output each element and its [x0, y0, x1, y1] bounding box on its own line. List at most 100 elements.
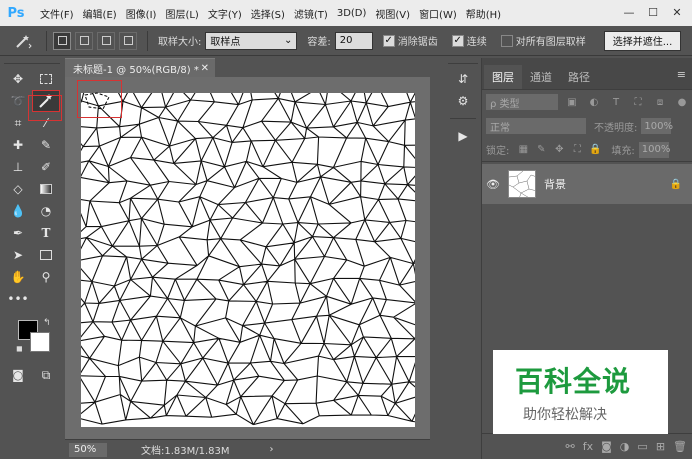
contiguous-checkbox[interactable]: ✓ [451, 34, 464, 47]
close-icon[interactable]: ✕ [666, 3, 688, 21]
rectangle-tool-icon[interactable] [32, 244, 60, 266]
tab-channels[interactable]: 通道 [522, 65, 560, 89]
zoom-tool-icon[interactable]: ⚲ [32, 266, 60, 288]
panel-tabs: 图层 通道 路径 ≡ [482, 58, 692, 90]
menu-file[interactable]: 文件(F) [40, 6, 74, 21]
default-colors-icon[interactable]: ◼ [16, 344, 23, 353]
new-group-icon[interactable]: ▭ [637, 440, 647, 453]
lock-row: 锁定: ▦ ✎ ✥ ⛶ 🔒 填充: 100% [482, 138, 692, 162]
watermark: 百科全说 助你轻松解决 [493, 350, 668, 434]
chevron-right-icon[interactable]: › [270, 444, 274, 455]
opacity-input[interactable]: 100% [641, 118, 673, 134]
collapsed-panels: ⇵ ⚙ ▶ [448, 58, 478, 168]
marquee-tool-icon[interactable] [32, 68, 60, 90]
maximize-icon[interactable]: ☐ [642, 3, 664, 21]
sample-size-select[interactable]: 取样点 ⌄ [205, 31, 298, 50]
smart-object-filter-icon[interactable]: ⧈ [652, 94, 668, 110]
quick-mask-icon[interactable]: ◙ [4, 364, 32, 386]
visibility-eye-icon[interactable]: 👁 [482, 178, 504, 191]
tolerance-input[interactable]: 20 [334, 31, 373, 50]
sample-size-label: 取样大小: [158, 37, 202, 48]
layer-filter-select[interactable]: ρ 类型 [486, 94, 558, 110]
swap-colors-icon[interactable]: ↰ [43, 318, 51, 328]
screen-mode-icon[interactable]: ⧉ [32, 364, 60, 386]
filter-toggle-icon[interactable]: ● [674, 94, 690, 110]
menu-image[interactable]: 图像(I) [126, 6, 157, 21]
adjustment-filter-icon[interactable]: ◐ [586, 94, 602, 110]
magic-wand-preset-icon[interactable] [6, 30, 40, 52]
divider [147, 30, 148, 51]
tab-layers[interactable]: 图层 [484, 65, 522, 89]
lock-transparent-icon[interactable]: ▦ [515, 142, 531, 158]
properties-panel-icon[interactable]: ⚙ [448, 90, 478, 112]
panel-menu-icon[interactable]: ≡ [677, 68, 686, 81]
brush-tool-icon[interactable]: ✎ [32, 134, 60, 156]
divider [46, 30, 47, 51]
type-filter-icon[interactable]: T [608, 94, 624, 110]
anti-alias-label: 消除锯齿 [397, 37, 438, 48]
layer-thumbnail [508, 170, 536, 198]
history-panel-icon[interactable]: ⇵ [448, 68, 478, 90]
anti-alias-checkbox[interactable]: ✓ [382, 34, 395, 47]
color-swatches: ↰ ◼ [4, 316, 60, 362]
panel-grip[interactable] [448, 58, 478, 64]
sample-size-value: 取样点 [210, 37, 241, 48]
tab-paths[interactable]: 路径 [560, 65, 598, 89]
select-and-mask-button[interactable]: 选择并遮住... [603, 30, 682, 51]
menu-type[interactable]: 文字(Y) [208, 6, 242, 21]
adjustment-layer-icon[interactable]: ◑ [620, 440, 630, 453]
lock-position-icon[interactable]: ✥ [551, 142, 567, 158]
blend-mode-select[interactable]: 正常 [486, 118, 586, 134]
link-layers-icon[interactable]: ⚯ [566, 440, 575, 453]
clone-stamp-icon[interactable]: ⊥ [4, 156, 32, 178]
fill-input[interactable]: 100% [638, 141, 670, 158]
add-mask-icon[interactable]: ◙ [601, 440, 612, 453]
lock-artboard-icon[interactable]: ⛶ [569, 142, 585, 158]
document-info: 文档:1.83M/1.83M [141, 446, 230, 457]
move-tool-icon[interactable]: ✥ [4, 68, 32, 90]
sample-all-layers-checkbox[interactable] [500, 34, 513, 47]
path-select-icon[interactable]: ➤ [4, 244, 32, 266]
menu-help[interactable]: 帮助(H) [466, 6, 501, 21]
eraser-tool-icon[interactable]: ◇ [4, 178, 32, 200]
document-tab[interactable]: 未标题-1 @ 50%(RGB/8) * ✕ [65, 58, 215, 77]
toolbox-grip[interactable] [4, 58, 60, 64]
type-tool-icon[interactable]: T [32, 222, 60, 244]
new-layer-icon[interactable]: ⊞ [656, 440, 665, 453]
shape-filter-icon[interactable]: ⛶ [630, 94, 646, 110]
menu-filter[interactable]: 滤镜(T) [294, 6, 328, 21]
status-bar: 50% 文档:1.83M/1.83M › [65, 439, 430, 459]
menu-layer[interactable]: 图层(L) [165, 6, 198, 21]
menu-window[interactable]: 窗口(W) [419, 6, 457, 21]
options-bar: 取样大小: 取样点 ⌄ 容差: 20 ✓ 消除锯齿 ✓ 连续 对所有图层取样 选… [0, 26, 692, 56]
dodge-tool-icon[interactable]: ◔ [32, 200, 60, 222]
menu-view[interactable]: 视图(V) [375, 6, 410, 21]
intersect-selection-button[interactable] [119, 31, 137, 50]
layer-style-icon[interactable]: fx [583, 440, 593, 453]
pen-tool-icon[interactable]: ✒ [4, 222, 32, 244]
history-brush-icon[interactable]: ✐ [32, 156, 60, 178]
new-selection-button[interactable] [53, 31, 71, 50]
layer-row[interactable]: 👁 背景 🔒 [482, 164, 692, 204]
blur-tool-icon[interactable]: 💧 [4, 200, 32, 222]
image-filter-icon[interactable]: ▣ [564, 94, 580, 110]
minimize-icon[interactable]: — [618, 3, 640, 21]
lock-pixels-icon[interactable]: ✎ [533, 142, 549, 158]
zoom-field[interactable]: 50% [69, 442, 107, 457]
hand-tool-icon[interactable]: ✋ [4, 266, 32, 288]
subtract-selection-button[interactable] [97, 31, 115, 50]
add-selection-button[interactable] [75, 31, 93, 50]
menu-select[interactable]: 选择(S) [251, 6, 285, 21]
menu-3d[interactable]: 3D(D) [337, 8, 367, 19]
background-color-swatch[interactable] [30, 332, 50, 352]
sample-all-layers-label: 对所有图层取样 [515, 37, 586, 48]
lock-all-icon[interactable]: 🔒 [587, 142, 603, 158]
close-tab-icon[interactable]: ✕ [201, 63, 209, 74]
menu-edit[interactable]: 编辑(E) [83, 6, 117, 21]
more-tools-icon[interactable]: ••• [4, 288, 32, 310]
gradient-tool-icon[interactable] [32, 178, 60, 200]
play-actions-icon[interactable]: ▶ [448, 125, 478, 147]
delete-layer-icon[interactable]: 🗑 [673, 440, 687, 453]
healing-brush-icon[interactable]: ✚ [4, 134, 32, 156]
canvas[interactable] [81, 93, 415, 427]
